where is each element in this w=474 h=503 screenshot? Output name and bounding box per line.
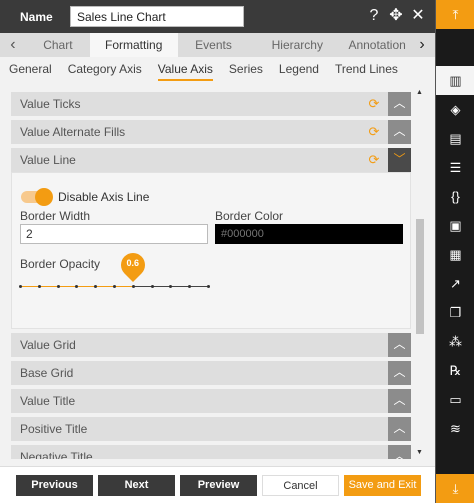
- section-title: Value Line: [20, 153, 76, 167]
- section-title: Value Title: [20, 394, 76, 408]
- copy-icon[interactable]: ❐: [436, 298, 474, 327]
- subtab-general[interactable]: General: [9, 62, 52, 81]
- value-line-settings: Disable Axis Line Border Width Border Co…: [11, 172, 411, 329]
- expand-chevron-up-icon[interactable]: ︿: [388, 120, 411, 144]
- code-braces-icon[interactable]: {}: [436, 182, 474, 211]
- slider-tick: [37, 285, 41, 288]
- tab-events[interactable]: Events: [178, 33, 250, 57]
- close-icon[interactable]: ✕: [409, 6, 427, 26]
- expand-chevron-up-icon[interactable]: ︿: [388, 92, 411, 116]
- expand-chevron-up-icon[interactable]: ︿: [388, 445, 411, 459]
- hierarchy-icon[interactable]: ⁂: [436, 327, 474, 356]
- sub-tabs: General Category Axis Value Axis Series …: [0, 57, 435, 85]
- map-icon[interactable]: ◈: [436, 95, 474, 124]
- section-positive-title[interactable]: Positive Title ︿: [11, 417, 411, 441]
- move-icon[interactable]: ✥: [387, 6, 405, 26]
- subtab-value-axis[interactable]: Value Axis: [157, 62, 213, 81]
- slider-tick: [94, 285, 98, 288]
- settings-scroll-area: Value Ticks ⟳ ︿ Value Alternate Fills ⟳ …: [0, 89, 425, 459]
- slider-value: 0.6: [126, 258, 140, 268]
- section-value-grid[interactable]: Value Grid ︿: [11, 333, 411, 357]
- header-icons: ? ✥ ✕: [365, 6, 427, 26]
- slider-tick: [169, 285, 173, 288]
- slider-tick: [56, 285, 60, 288]
- collapse-bottom-icon[interactable]: ⤓: [436, 474, 474, 503]
- section-title: Value Alternate Fills: [20, 125, 126, 139]
- chart-icon[interactable]: ▥: [436, 66, 474, 95]
- section-title: Base Grid: [20, 366, 74, 380]
- document-icon[interactable]: ▤: [436, 124, 474, 153]
- properties-panel: Name ? ✥ ✕ ‹ Chart Formatting Events Hie…: [0, 0, 435, 503]
- section-value-alternate-fills[interactable]: Value Alternate Fills ⟳ ︿: [11, 120, 411, 144]
- section-value-title[interactable]: Value Title ︿: [11, 389, 411, 413]
- subtab-series[interactable]: Series: [229, 62, 263, 81]
- section-value-ticks[interactable]: Value Ticks ⟳ ︿: [11, 92, 411, 116]
- section-base-grid[interactable]: Base Grid ︿: [11, 361, 411, 385]
- section-title: Value Ticks: [20, 97, 81, 111]
- collapse-top-icon[interactable]: ⤒: [436, 0, 474, 29]
- section-title: Positive Title: [20, 422, 88, 436]
- border-width-label: Border Width: [20, 209, 91, 223]
- chart-name-input[interactable]: [70, 6, 244, 27]
- disable-axis-line-toggle[interactable]: [21, 188, 53, 206]
- section-negative-title[interactable]: Negative Title ︿: [11, 445, 411, 459]
- border-opacity-slider[interactable]: [19, 285, 210, 288]
- slider-tick: [19, 285, 22, 288]
- name-label: Name: [20, 9, 53, 24]
- slider-tick: [150, 285, 154, 288]
- tabs-right-arrow-icon[interactable]: ›: [409, 36, 435, 54]
- toggle-label: Disable Axis Line: [58, 190, 150, 204]
- tab-hierarchy[interactable]: Hierarchy: [249, 33, 345, 57]
- help-icon[interactable]: ?: [365, 6, 383, 26]
- expand-chevron-up-icon[interactable]: ︿: [388, 333, 411, 357]
- reset-icon[interactable]: ⟳: [367, 97, 381, 111]
- reset-icon[interactable]: ⟳: [367, 153, 381, 167]
- right-toolbar: ⤒ ▥ ◈ ▤ ☰ {} ▣ ▦ ↗ ❐ ⁂ ℞ ▭ ≋ ⤓: [435, 0, 474, 503]
- subtab-category-axis[interactable]: Category Axis: [68, 62, 142, 81]
- layers-icon[interactable]: ≋: [436, 414, 474, 443]
- section-title: Negative Title: [20, 450, 93, 459]
- save-icon[interactable]: ▭: [436, 385, 474, 414]
- slider-tick: [188, 285, 192, 288]
- table-icon[interactable]: ▦: [436, 240, 474, 269]
- formula-icon[interactable]: ℞: [436, 356, 474, 385]
- border-color-label: Border Color: [215, 209, 284, 223]
- scroll-down-icon[interactable]: ▼: [415, 449, 424, 459]
- border-color-input[interactable]: [215, 224, 403, 244]
- slider-tick: [207, 285, 210, 288]
- save-and-exit-button[interactable]: Save and Exit: [344, 475, 421, 496]
- subtab-trend-lines[interactable]: Trend Lines: [335, 62, 398, 81]
- collapse-chevron-down-icon[interactable]: ﹀: [388, 148, 411, 172]
- expand-chevron-up-icon[interactable]: ︿: [388, 389, 411, 413]
- border-opacity-label: Border Opacity: [20, 257, 101, 271]
- panel-header: Name ? ✥ ✕: [0, 0, 435, 33]
- section-title: Value Grid: [20, 338, 76, 352]
- preview-button[interactable]: Preview: [180, 475, 257, 496]
- main-tabs: ‹ Chart Formatting Events Hierarchy Anno…: [0, 33, 435, 57]
- reset-icon[interactable]: ⟳: [367, 125, 381, 139]
- line-chart-icon[interactable]: ↗: [436, 269, 474, 298]
- previous-button[interactable]: Previous: [16, 475, 93, 496]
- scroll-up-icon[interactable]: ▲: [415, 89, 424, 99]
- tab-annotation[interactable]: Annotation: [345, 33, 409, 57]
- tab-chart[interactable]: Chart: [26, 33, 90, 57]
- next-button[interactable]: Next: [98, 475, 175, 496]
- footer-bar: Previous Next Preview Cancel Save and Ex…: [0, 466, 435, 503]
- scrollbar[interactable]: ▲ ▼: [415, 89, 424, 459]
- toggle-knob: [35, 188, 53, 206]
- tabs-left-arrow-icon[interactable]: ‹: [0, 36, 26, 54]
- slider-tick: [131, 285, 135, 288]
- text-doc-icon[interactable]: ☰: [436, 153, 474, 182]
- cancel-button[interactable]: Cancel: [262, 475, 339, 496]
- image-icon[interactable]: ▣: [436, 211, 474, 240]
- border-width-input[interactable]: [20, 224, 208, 244]
- expand-chevron-up-icon[interactable]: ︿: [388, 361, 411, 385]
- expand-chevron-up-icon[interactable]: ︿: [388, 417, 411, 441]
- section-value-line[interactable]: Value Line ⟳ ﹀: [11, 148, 411, 172]
- slider-tick: [113, 285, 116, 288]
- slider-tick: [75, 285, 79, 288]
- scroll-thumb[interactable]: [416, 219, 424, 334]
- subtab-legend[interactable]: Legend: [279, 62, 319, 81]
- tab-formatting[interactable]: Formatting: [89, 33, 178, 57]
